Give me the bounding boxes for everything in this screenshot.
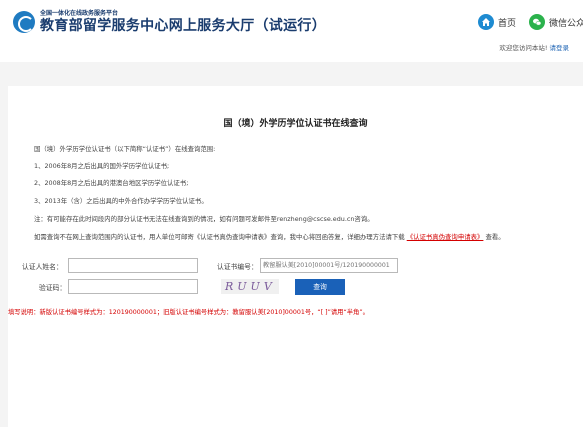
cert-number-label: 认证书编号：	[217, 263, 258, 271]
application-form-link[interactable]: 《认证书真伪查询申请表》	[407, 233, 484, 241]
intro-text: 国（境）外学历学位认证书（以下简称“认证书”）在线查询范围:	[34, 145, 216, 153]
scope-item-2: 2、2008年8月之后出具的港澳台地区学历学位认证书;	[34, 179, 189, 187]
nav-wechat-label: 微信公众	[549, 18, 583, 29]
cert-number-input[interactable]	[260, 258, 398, 273]
name-label: 认证人姓名：	[22, 263, 63, 271]
site-logo-icon[interactable]	[13, 11, 35, 33]
captcha-input[interactable]	[68, 279, 198, 294]
name-input[interactable]	[68, 258, 198, 273]
nav-home-link[interactable]: 首页	[478, 13, 516, 31]
help-text: 如需查询不在网上查询范围内的认证书，用人单位可邮寄《认证书真伪查询申请表》查询，…	[34, 233, 405, 241]
login-link[interactable]: 请登录	[550, 44, 570, 52]
wechat-icon	[529, 14, 545, 30]
site-title[interactable]: 教育部留学服务中心网上服务大厅（试运行）	[40, 15, 326, 35]
scope-item-3: 3、2013年（含）之后出具的中外合作办学学历学位认证书。	[34, 197, 208, 205]
input-format-note: 填写说明：新版认证书编号样式为：120190000001；旧版认证书编号样式为：…	[8, 309, 369, 316]
scope-item-1: 1、2006年8月之后出具的国外学历学位认证书;	[34, 162, 170, 170]
nav-wechat-link[interactable]: 微信公众	[529, 13, 583, 31]
home-icon	[478, 14, 494, 30]
email-note: 注：有可能存在此时间段内的部分认证书无法在线查询到的情况，如有问题可发邮件至re…	[34, 215, 374, 223]
help-suffix: 查看。	[485, 233, 505, 241]
captcha-image[interactable]: RUUV	[221, 279, 279, 294]
mail-query-help: 如需查询不在网上查询范围内的认证书，用人单位可邮寄《认证书真伪查询申请表》查询，…	[34, 232, 505, 241]
captcha-label: 验证码：	[39, 284, 67, 292]
nav-home-label: 首页	[498, 18, 517, 29]
welcome-bar: 欢迎您访问本站! 请登录	[499, 42, 569, 52]
page-title: 国（境）外学历学位认证书在线查询	[223, 119, 368, 129]
header-bar: 全国一体化在线政务服务平台 教育部留学服务中心网上服务大厅（试运行） 首页 微信…	[0, 0, 583, 62]
welcome-text: 欢迎您访问本站!	[499, 44, 548, 52]
query-panel: 国（境）外学历学位认证书在线查询 国（境）外学历学位认证书（以下简称“认证书”）…	[8, 86, 583, 427]
query-button[interactable]: 查询	[295, 279, 345, 295]
